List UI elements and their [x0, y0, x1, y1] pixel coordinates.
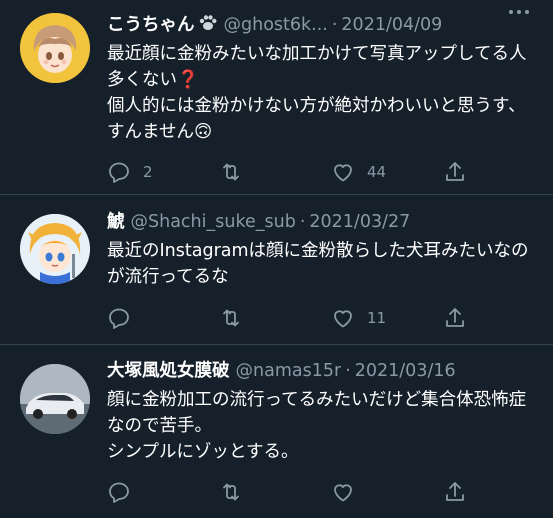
timestamp[interactable]: 2021/03/27 — [309, 210, 410, 234]
reply-count: 2 — [143, 163, 153, 181]
share-button[interactable] — [443, 305, 467, 331]
retweet-button[interactable] — [219, 305, 255, 331]
tweet-actions — [107, 479, 467, 505]
reply-icon — [109, 482, 129, 503]
like-button[interactable] — [331, 479, 367, 505]
more-icon[interactable] — [505, 2, 533, 22]
heart-icon — [334, 164, 352, 182]
like-button[interactable]: 11 — [331, 305, 386, 331]
paw-icon — [198, 13, 218, 33]
separator-dot: · — [299, 212, 306, 232]
reply-button[interactable] — [107, 479, 143, 505]
tweet[interactable]: こうちゃん @ghost6k... · 2021/04/09 最近顔に金粉みたい… — [0, 0, 553, 195]
tweet-actions: 2 44 — [107, 159, 467, 185]
reply-button[interactable] — [107, 305, 143, 331]
retweet-button[interactable] — [219, 479, 255, 505]
avatar[interactable] — [20, 214, 90, 284]
tweet[interactable]: 大塚風処女膜破 @namas15r · 2021/03/16 顔に金粉加工の流行… — [0, 345, 553, 518]
tweet-text: 顔に金粉加工の流行ってるみたいだけど集合体恐怖症なので苦手。 シンプルにゾッとす… — [107, 390, 527, 462]
like-count: 44 — [367, 163, 387, 181]
tweet[interactable]: 鯱 @Shachi_suke_sub · 2021/03/27 最近のInsta… — [0, 195, 553, 345]
tweet-content: 鯱 @Shachi_suke_sub · 2021/03/27 最近のInsta… — [107, 210, 541, 290]
like-count: 11 — [367, 309, 387, 327]
handle[interactable]: @Shachi_suke_sub — [131, 210, 296, 234]
handle[interactable]: @namas15r — [236, 359, 342, 383]
reply-icon — [109, 308, 129, 329]
retweet-icon — [223, 309, 239, 327]
timestamp[interactable]: 2021/03/16 — [355, 359, 456, 383]
heart-icon — [334, 310, 352, 328]
tweet-actions: 11 — [107, 305, 467, 331]
separator-dot: · — [345, 361, 351, 381]
like-button[interactable]: 44 — [331, 159, 386, 185]
avatar[interactable] — [20, 13, 90, 83]
heart-icon — [334, 484, 352, 502]
avatar[interactable] — [20, 364, 90, 434]
share-icon — [446, 308, 464, 327]
tweet-header: こうちゃん @ghost6k... · 2021/04/09 — [107, 10, 541, 37]
reply-button[interactable]: 2 — [107, 159, 153, 185]
tweet-text: 最近のInstagramは顔に金粉散らした犬耳みたいなのが流行ってるな — [107, 241, 529, 287]
tweet-content: 大塚風処女膜破 @namas15r · 2021/03/16 顔に金粉加工の流行… — [107, 359, 541, 465]
tweet-content: こうちゃん @ghost6k... · 2021/04/09 最近顔に金粉みたい… — [107, 10, 541, 145]
separator-dot: · — [331, 15, 338, 35]
share-icon — [446, 482, 464, 501]
display-name[interactable]: 鯱 — [107, 210, 125, 234]
share-button[interactable] — [443, 479, 467, 505]
share-icon — [446, 162, 464, 181]
share-button[interactable] — [443, 159, 467, 185]
tweet-header: 鯱 @Shachi_suke_sub · 2021/03/27 — [107, 210, 541, 234]
reply-icon — [109, 162, 129, 183]
display-name[interactable]: 大塚風処女膜破 — [107, 359, 230, 383]
retweet-button[interactable] — [219, 159, 255, 185]
handle[interactable]: @ghost6k... — [224, 13, 328, 37]
timestamp[interactable]: 2021/04/09 — [341, 13, 442, 37]
display-name[interactable]: こうちゃん — [107, 13, 195, 37]
tweet-text: 最近顔に金粉みたいな加工かけて写真アップしてる人多くない❓ 個人的には金粉かけな… — [107, 44, 527, 142]
retweet-icon — [223, 483, 239, 501]
retweet-icon — [223, 163, 239, 181]
tweet-header: 大塚風処女膜破 @namas15r · 2021/03/16 — [107, 359, 541, 383]
